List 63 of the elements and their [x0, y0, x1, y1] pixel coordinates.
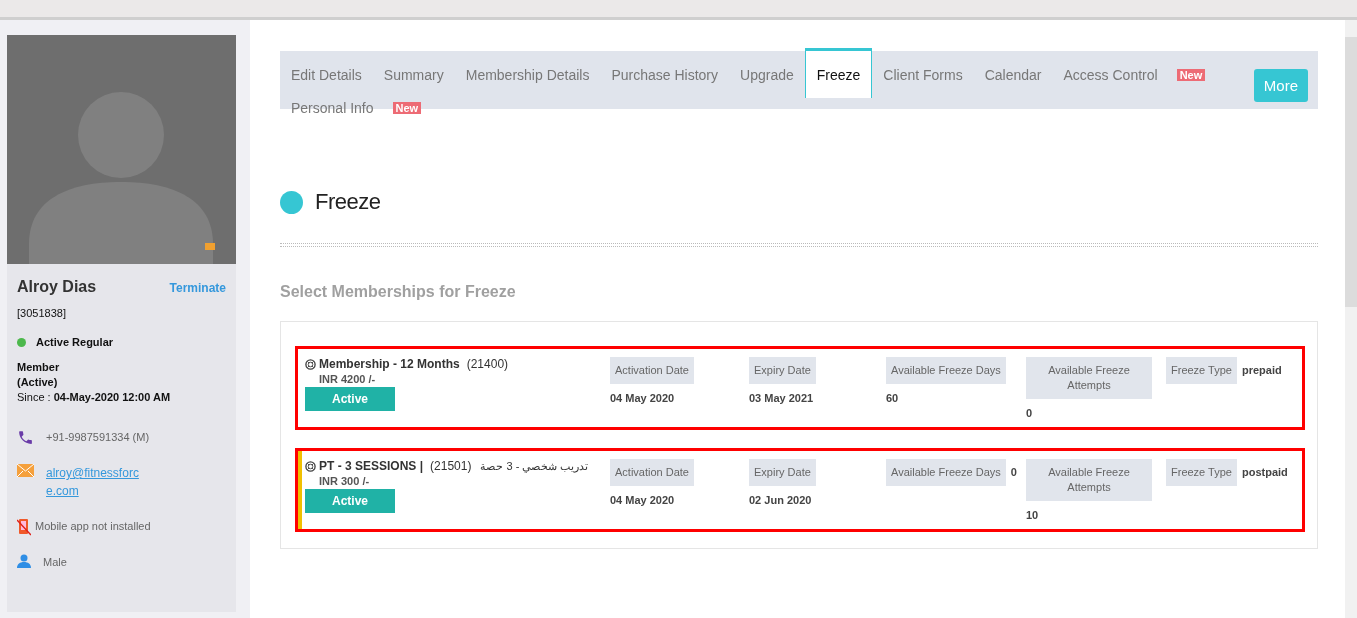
- phone-icon: [17, 429, 34, 446]
- field-label: Available Freeze Days: [886, 459, 1006, 486]
- new-badge: New: [1176, 69, 1206, 81]
- status-badge: Active: [305, 489, 395, 513]
- contact-text: Male: [43, 555, 67, 570]
- member-name: Alroy Dias: [17, 278, 97, 296]
- membership-code: (21501): [430, 459, 472, 473]
- membership-name: PT - 3 SESSIONS |: [319, 459, 424, 473]
- field-label: Freeze Type: [1166, 459, 1237, 486]
- membership-type: Member: [17, 360, 61, 375]
- tab[interactable]: Edit Details: [280, 51, 373, 84]
- membership-row[interactable]: Membership - 12 Months (21400) INR 4200 /- Active Activation Date 04 May 2020 Expiry Date 03 May 2021 Available Freeze Days 60 Available Freeze Attempts 0 Freeze Type prepaid: [295, 346, 1305, 430]
- tab[interactable]: Upgrade: [729, 51, 805, 84]
- member-since: Since : 04-May-2020 12:00 AM: [17, 390, 172, 405]
- membership-native-name: تدريب شخصي - 3 حصة: [480, 459, 589, 473]
- field-label: Activation Date: [610, 459, 694, 486]
- field-value: 04 May 2020: [610, 493, 675, 506]
- user-icon: [17, 554, 31, 568]
- membership-state: (Active): [17, 375, 59, 390]
- envelope-icon: [17, 464, 34, 477]
- field-label: Expiry Date: [749, 459, 816, 486]
- field-value: 10: [1026, 508, 1039, 521]
- field-label: Available Freeze Attempts: [1026, 459, 1152, 501]
- member-id: [3051838]: [17, 306, 67, 321]
- section-title: Freeze: [315, 189, 381, 215]
- tab[interactable]: Membership Details: [454, 51, 601, 84]
- terminate-link[interactable]: Terminate: [169, 281, 226, 295]
- field-label: Available Freeze Attempts: [1026, 357, 1152, 399]
- tab[interactable]: Purchase History: [600, 51, 730, 84]
- field-label: Activation Date: [610, 357, 694, 384]
- membership-price: INR 300 /-: [319, 475, 371, 487]
- field-value: 03 May 2021: [749, 391, 814, 404]
- mobile-off-icon: [17, 518, 31, 536]
- contact-text: +91-9987591334 (M): [46, 430, 150, 445]
- membership-code: (21400): [466, 357, 509, 371]
- section-dot-icon: [280, 190, 303, 214]
- membership-price: INR 4200 /-: [319, 373, 377, 385]
- more-button[interactable]: More: [1253, 69, 1308, 102]
- field-label: Available Freeze Days: [886, 357, 1006, 384]
- email-link[interactable]: alroy@fitnessforce.com: [46, 464, 141, 500]
- field-value: postpaid: [1241, 465, 1288, 478]
- field-value: prepaid: [1241, 363, 1282, 376]
- field-label: Expiry Date: [749, 357, 816, 384]
- section-subtitle: Select Memberships for Freeze: [280, 283, 517, 301]
- field-value: 02 Jun 2020: [749, 493, 812, 506]
- new-badge: New: [392, 102, 422, 114]
- tab[interactable]: Client Forms: [872, 51, 974, 84]
- membership-name: Membership - 12 Months: [319, 357, 460, 371]
- tab[interactable]: Personal Info: [280, 84, 385, 117]
- lifebuoy-icon: [305, 460, 316, 472]
- tab[interactable]: Freeze: [804, 48, 873, 98]
- field-label: Freeze Type: [1166, 357, 1237, 384]
- status-badge: Active: [305, 387, 395, 411]
- field-value: 04 May 2020: [610, 391, 675, 404]
- contact-text: Mobile app not installed: [35, 519, 151, 534]
- tab[interactable]: Access Control: [1052, 51, 1169, 84]
- status-label: Active Regular: [36, 335, 114, 350]
- field-value: 0: [1010, 465, 1017, 478]
- field-value: 0: [1026, 406, 1033, 419]
- lifebuoy-icon: [305, 358, 316, 370]
- field-value: 60: [886, 391, 899, 404]
- tab[interactable]: Calendar: [973, 51, 1053, 84]
- tab[interactable]: Summary: [372, 51, 455, 84]
